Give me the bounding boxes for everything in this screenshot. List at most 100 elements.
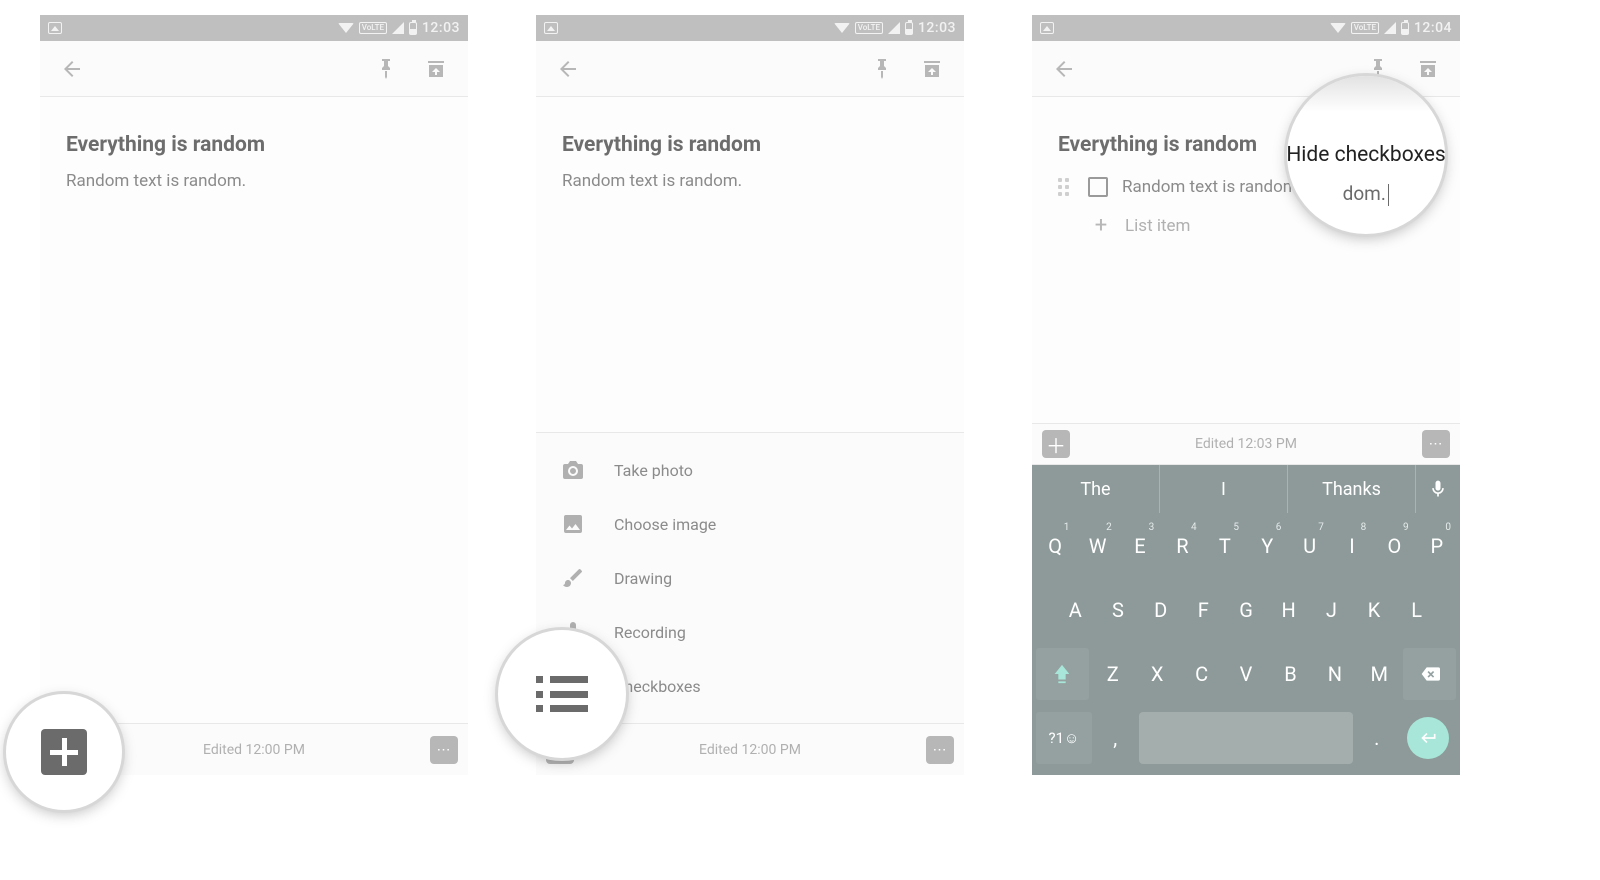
app-bar bbox=[40, 41, 468, 97]
shift-key[interactable] bbox=[1036, 648, 1089, 700]
archive-button[interactable] bbox=[1410, 51, 1446, 87]
plus-icon: + bbox=[1091, 213, 1111, 238]
battery-icon bbox=[409, 22, 417, 35]
sheet-choose-image[interactable]: Choose image bbox=[536, 497, 964, 551]
add-button[interactable]: ＋ bbox=[1042, 430, 1070, 458]
key-k[interactable]: K bbox=[1355, 584, 1394, 636]
key-q[interactable]: Q1 bbox=[1036, 520, 1074, 572]
key-c[interactable]: C bbox=[1181, 648, 1221, 700]
pin-button[interactable] bbox=[864, 51, 900, 87]
comma-key[interactable]: , bbox=[1096, 712, 1135, 764]
archive-button[interactable] bbox=[418, 51, 454, 87]
note-body[interactable]: Random text is random. bbox=[562, 171, 938, 191]
more-button[interactable]: ⋯ bbox=[1422, 430, 1450, 458]
key-a[interactable]: A bbox=[1056, 584, 1095, 636]
signal-icon bbox=[1384, 22, 1396, 34]
note-body[interactable]: Random text is random. bbox=[66, 171, 442, 191]
spacebar-key[interactable] bbox=[1139, 712, 1354, 764]
pin-button[interactable] bbox=[1360, 51, 1396, 87]
key-j[interactable]: J bbox=[1312, 584, 1351, 636]
key-e[interactable]: E3 bbox=[1121, 520, 1159, 572]
key-m[interactable]: M bbox=[1359, 648, 1399, 700]
note-title[interactable]: Everything is random bbox=[66, 133, 442, 157]
note-title[interactable]: Everything is random bbox=[1058, 133, 1434, 157]
signal-icon bbox=[888, 22, 900, 34]
key-x[interactable]: X bbox=[1137, 648, 1177, 700]
more-button[interactable]: ⋯ bbox=[430, 736, 458, 764]
add-button[interactable]: ＋ bbox=[50, 736, 78, 764]
key-b[interactable]: B bbox=[1270, 648, 1310, 700]
key-p[interactable]: P0 bbox=[1418, 520, 1456, 572]
sheet-checkboxes[interactable]: Checkboxes bbox=[536, 659, 964, 713]
key-n[interactable]: N bbox=[1315, 648, 1355, 700]
key-t[interactable]: T5 bbox=[1206, 520, 1244, 572]
more-button[interactable]: ⋯ bbox=[926, 736, 954, 764]
keyboard-row-1: Q1W2E3R4T5Y6U7I8O9P0 bbox=[1036, 520, 1456, 572]
mic-button[interactable] bbox=[1416, 465, 1460, 513]
key-f[interactable]: F bbox=[1184, 584, 1223, 636]
note-content[interactable]: Everything is random Random text is rand… bbox=[40, 97, 468, 191]
checklist-item[interactable]: Random text is random. bbox=[1058, 171, 1434, 203]
add-bottom-sheet: Take photo Choose image Drawing Recordin… bbox=[536, 432, 964, 723]
key-w[interactable]: W2 bbox=[1078, 520, 1116, 572]
key-l[interactable]: L bbox=[1397, 584, 1436, 636]
back-button[interactable] bbox=[550, 51, 586, 87]
enter-key[interactable] bbox=[1400, 712, 1456, 764]
add-button[interactable]: ＋ bbox=[546, 736, 574, 764]
key-z[interactable]: Z bbox=[1093, 648, 1133, 700]
brush-icon bbox=[560, 565, 586, 591]
key-u[interactable]: U7 bbox=[1290, 520, 1328, 572]
list-icon bbox=[560, 673, 586, 699]
key-v[interactable]: V bbox=[1226, 648, 1266, 700]
signal-icon bbox=[392, 22, 404, 34]
wifi-icon bbox=[834, 23, 850, 33]
note-title[interactable]: Everything is random bbox=[562, 133, 938, 157]
back-button[interactable] bbox=[54, 51, 90, 87]
note-content[interactable]: Everything is random Random text is rand… bbox=[536, 97, 964, 191]
edited-timestamp: Edited 12:00 PM bbox=[88, 742, 420, 758]
key-g[interactable]: G bbox=[1227, 584, 1266, 636]
symbols-key[interactable]: ?1☺ bbox=[1036, 712, 1092, 764]
suggestion[interactable]: The bbox=[1032, 465, 1160, 513]
add-list-label: List item bbox=[1125, 216, 1190, 236]
key-o[interactable]: O9 bbox=[1375, 520, 1413, 572]
sheet-label: Choose image bbox=[614, 515, 716, 534]
app-bar bbox=[536, 41, 964, 97]
sheet-take-photo[interactable]: Take photo bbox=[536, 443, 964, 497]
key-h[interactable]: H bbox=[1269, 584, 1308, 636]
sheet-drawing[interactable]: Drawing bbox=[536, 551, 964, 605]
note-content[interactable]: Everything is random Random text is rand… bbox=[1032, 97, 1460, 238]
pin-button[interactable] bbox=[368, 51, 404, 87]
sheet-label: Take photo bbox=[614, 461, 693, 480]
keyboard-row-3: ZXCVBNM bbox=[1036, 648, 1456, 700]
key-d[interactable]: D bbox=[1141, 584, 1180, 636]
image-icon bbox=[560, 511, 586, 537]
edited-timestamp: Edited 12:00 PM bbox=[584, 742, 916, 758]
keyboard-row-2: ASDFGHJKL bbox=[1036, 584, 1456, 636]
bottom-bar: ＋ Edited 12:00 PM ⋯ bbox=[536, 723, 964, 775]
checklist-item-text[interactable]: Random text is random. bbox=[1122, 177, 1302, 197]
mic-icon bbox=[560, 619, 586, 645]
backspace-key[interactable] bbox=[1403, 648, 1456, 700]
period-key[interactable]: . bbox=[1357, 712, 1396, 764]
camera-icon bbox=[560, 457, 586, 483]
sheet-recording[interactable]: Recording bbox=[536, 605, 964, 659]
key-r[interactable]: R4 bbox=[1163, 520, 1201, 572]
key-i[interactable]: I8 bbox=[1333, 520, 1371, 572]
suggestion[interactable]: I bbox=[1160, 465, 1288, 513]
sheet-label: Drawing bbox=[614, 569, 672, 588]
wifi-icon bbox=[1330, 23, 1346, 33]
checkbox[interactable] bbox=[1088, 177, 1108, 197]
edited-timestamp: Edited 12:03 PM bbox=[1080, 436, 1412, 452]
drag-handle-icon[interactable] bbox=[1058, 178, 1074, 196]
wifi-icon bbox=[338, 23, 354, 33]
sheet-label: Checkboxes bbox=[614, 677, 701, 696]
key-s[interactable]: S bbox=[1099, 584, 1138, 636]
keyboard-suggestions: The I Thanks bbox=[1032, 465, 1460, 513]
status-bar: VoLTE 12:03 bbox=[536, 15, 964, 41]
add-list-item[interactable]: + List item bbox=[1058, 203, 1434, 238]
archive-button[interactable] bbox=[914, 51, 950, 87]
key-y[interactable]: Y6 bbox=[1248, 520, 1286, 572]
back-button[interactable] bbox=[1046, 51, 1082, 87]
suggestion[interactable]: Thanks bbox=[1288, 465, 1416, 513]
